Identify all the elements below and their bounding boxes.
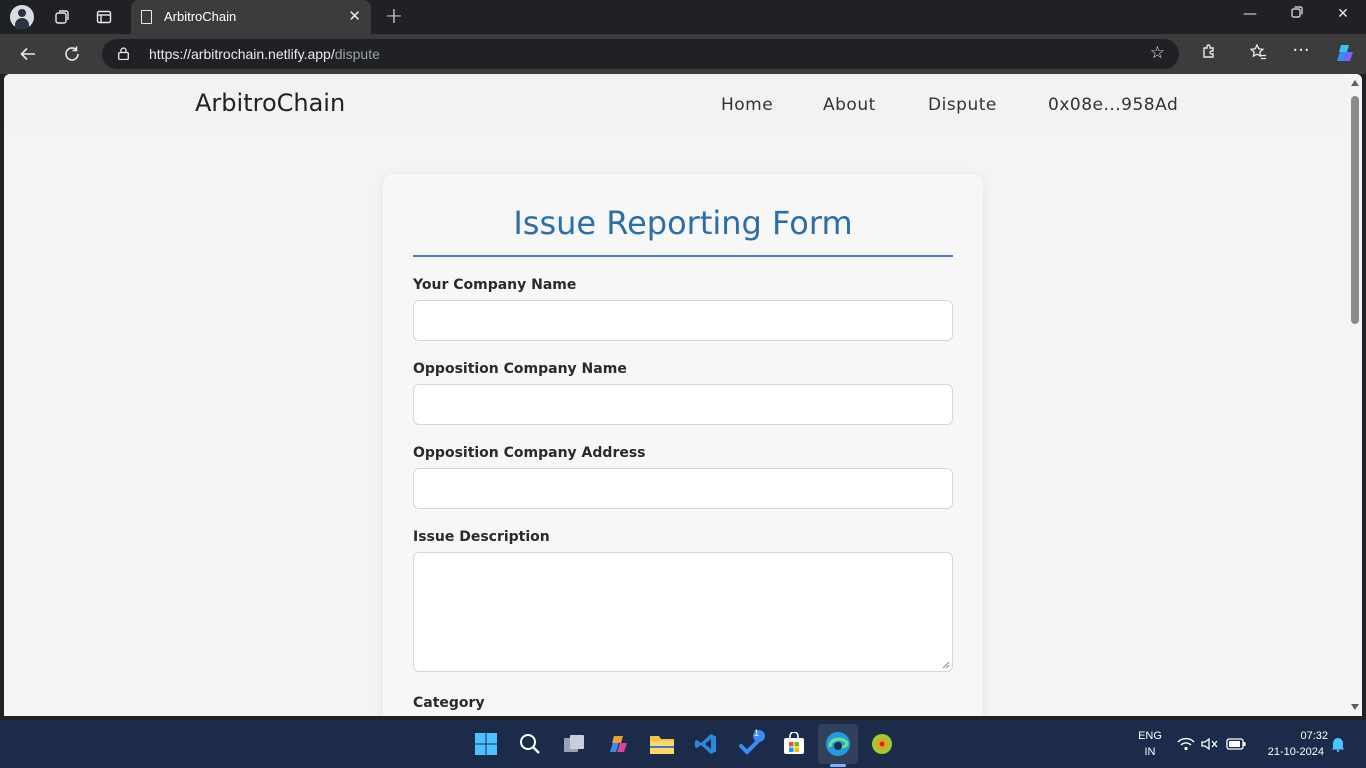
refresh-button[interactable] [60, 42, 84, 66]
tab-actions-icon[interactable] [92, 5, 116, 29]
tab-active[interactable]: ArbitroChain ✕ [131, 0, 371, 34]
copilot-app-icon[interactable] [604, 730, 632, 758]
scroll-down-arrow-icon[interactable] [1351, 704, 1359, 710]
category-label: Category [413, 695, 485, 711]
battery-icon[interactable] [1224, 730, 1248, 758]
extensions-icon[interactable] [1198, 43, 1220, 65]
start-windows-icon[interactable] [472, 730, 500, 758]
notifications-bell-icon[interactable] [1328, 730, 1348, 758]
title-divider [413, 255, 953, 257]
opposition-name-input[interactable] [413, 384, 953, 425]
opposition-address-label: Opposition Company Address [413, 445, 646, 461]
favorites-icon[interactable] [1247, 43, 1269, 65]
issue-description-label: Issue Description [413, 529, 550, 545]
favorite-star-icon[interactable]: ☆ [1150, 43, 1165, 63]
more-options-icon[interactable]: ··· [1290, 40, 1312, 61]
url-path: dispute [334, 46, 380, 62]
language-code[interactable]: ENG [1136, 730, 1164, 742]
wifi-icon[interactable] [1175, 730, 1197, 758]
url-text[interactable]: https://arbitrochain.netlify.app/dispute [149, 46, 380, 62]
file-explorer-icon[interactable] [648, 730, 676, 758]
edge-browser-icon[interactable] [824, 730, 852, 758]
site-navbar: ArbitroChain Home About Dispute 0x08e...… [4, 74, 1348, 134]
browser-tab-bar: ArbitroChain ✕ + — ✕ [0, 0, 1366, 34]
close-window-button[interactable]: ✕ [1333, 6, 1353, 22]
tab-close-icon[interactable]: ✕ [348, 7, 361, 25]
url-host: https://arbitrochain.netlify.app/ [149, 46, 335, 62]
nav-link-home[interactable]: Home [721, 95, 773, 115]
workspaces-icon[interactable] [50, 5, 74, 29]
scroll-thumb[interactable] [1351, 96, 1359, 324]
copilot-icon[interactable] [1332, 41, 1354, 69]
language-region[interactable]: IN [1136, 746, 1164, 758]
back-button[interactable] [16, 42, 40, 66]
pinned-app-icon[interactable] [868, 730, 896, 758]
new-tab-button[interactable]: + [382, 3, 406, 31]
tab-title: ArbitroChain [164, 9, 237, 24]
address-bar[interactable]: https://arbitrochain.netlify.app/dispute… [102, 39, 1179, 69]
opposition-address-input[interactable] [413, 468, 953, 509]
company-name-input[interactable] [413, 300, 953, 341]
clock-date[interactable]: 21-10-2024 [1258, 746, 1324, 758]
site-brand[interactable]: ArbitroChain [195, 89, 345, 117]
issue-description-textarea[interactable] [413, 552, 953, 672]
todo-app-icon[interactable]: 1 [738, 728, 766, 758]
scroll-up-arrow-icon[interactable] [1351, 80, 1359, 86]
clock-time[interactable]: 07:32 [1258, 730, 1328, 742]
wallet-address[interactable]: 0x08e...958Ad [1048, 95, 1178, 115]
active-app-indicator [830, 764, 846, 767]
page-viewport: ArbitroChain Home About Dispute 0x08e...… [4, 74, 1362, 716]
opposition-name-label: Opposition Company Name [413, 361, 627, 377]
todo-badge-count: 1 [754, 728, 760, 738]
windows-taskbar: 1 ENG IN 07:32 21-10-2024 [0, 720, 1366, 768]
nav-link-dispute[interactable]: Dispute [928, 95, 997, 115]
page-scrollbar[interactable] [1348, 74, 1362, 716]
vscode-icon[interactable] [692, 730, 720, 758]
minimize-button[interactable]: — [1240, 6, 1260, 22]
lock-icon[interactable] [118, 47, 129, 60]
page-icon [141, 10, 152, 24]
issue-form-card: Issue Reporting Form Your Company Name O… [383, 174, 983, 716]
form-title: Issue Reporting Form [513, 204, 853, 242]
volume-muted-icon[interactable] [1199, 730, 1221, 758]
profile-avatar[interactable] [10, 5, 34, 29]
nav-link-about[interactable]: About [823, 95, 876, 115]
company-name-label: Your Company Name [413, 277, 577, 293]
restore-button[interactable] [1287, 6, 1307, 22]
search-icon[interactable] [516, 730, 544, 758]
address-bar-row: https://arbitrochain.netlify.app/dispute… [0, 34, 1366, 74]
task-view-icon[interactable] [560, 730, 588, 758]
resize-grip-icon[interactable] [942, 661, 950, 669]
microsoft-store-icon[interactable] [780, 730, 808, 758]
